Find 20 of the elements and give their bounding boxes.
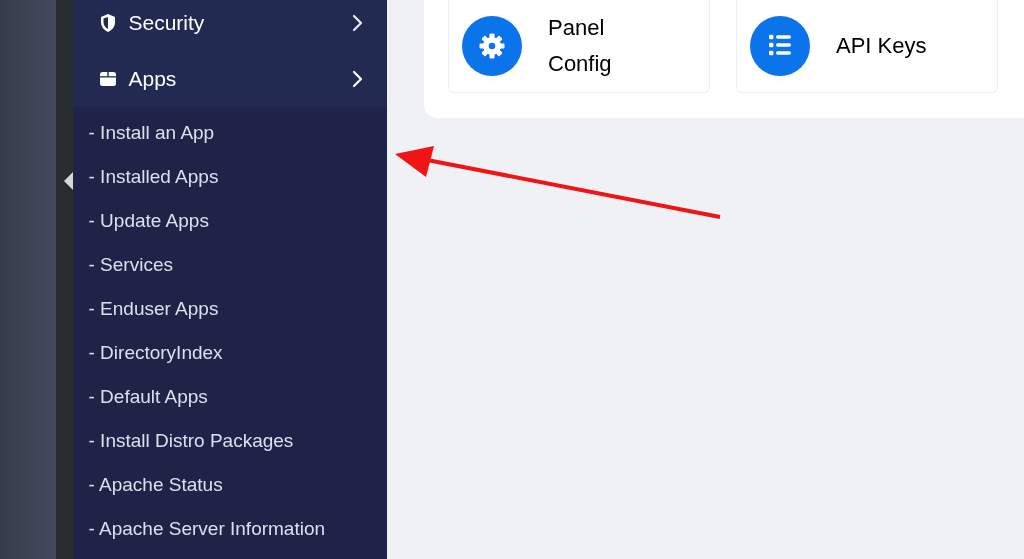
submenu-link[interactable]: - Update Apps	[72, 199, 387, 243]
chevron-right-icon	[351, 14, 363, 32]
submenu-link[interactable]: - Enduser Apps	[72, 287, 387, 331]
sidebar-item[interactable]: Apps	[72, 50, 387, 107]
submenu-link[interactable]: - Apache Status	[72, 463, 387, 507]
box-icon	[98, 69, 117, 88]
chevron-right-icon	[351, 69, 363, 88]
shortcut-card[interactable]: Panel Config	[448, 0, 710, 93]
list-icon	[750, 16, 810, 76]
submenu-link[interactable]: - DirectoryIndex	[72, 331, 387, 375]
shield-icon	[98, 13, 117, 33]
submenu-link[interactable]: - Install an App	[72, 111, 387, 155]
settings-icon	[462, 16, 522, 76]
submenu-link[interactable]: - Default Apps	[72, 375, 387, 419]
submenu-link[interactable]: - Services	[72, 243, 387, 287]
submenu-link[interactable]: - Install Distro Packages	[72, 419, 387, 463]
submenu-link[interactable]: - Apache Server Information	[72, 507, 387, 551]
shortcut-card[interactable]: API Keys	[736, 0, 998, 93]
sidebar-item[interactable]: Security	[72, 0, 387, 50]
submenu-link[interactable]: - Installed Apps	[72, 155, 387, 199]
